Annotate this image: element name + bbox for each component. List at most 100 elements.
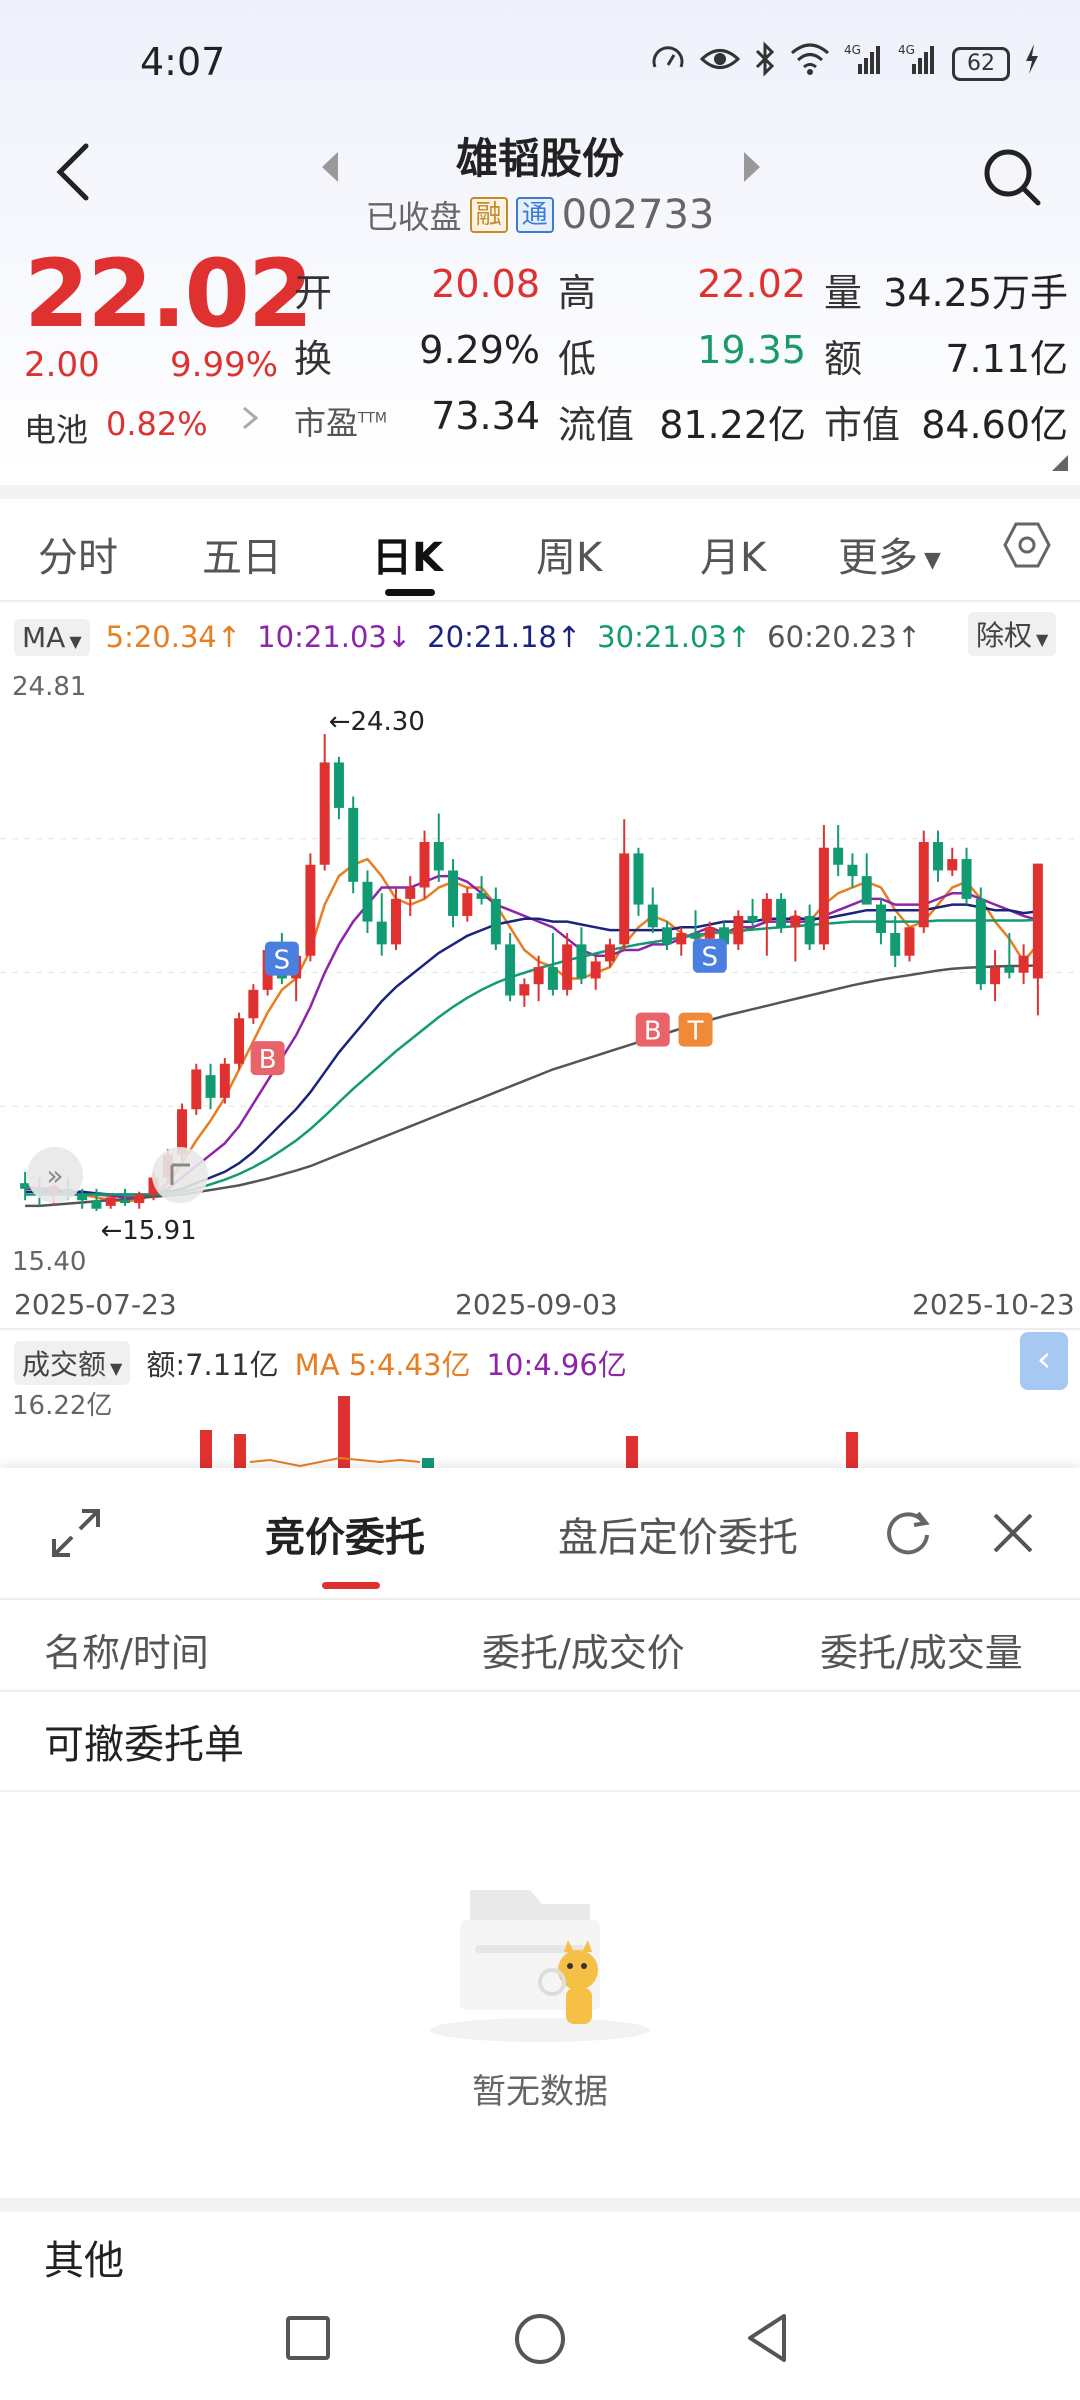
volume-bar (846, 1432, 858, 1468)
period-tabs: 分时 五日 日K 周K 月K 更多 ▼ (0, 505, 1080, 600)
candle-body (776, 898, 787, 928)
side-panel-toggle[interactable]: ‹ (1020, 1332, 1068, 1390)
candle-body (134, 1194, 145, 1204)
candle-body (376, 921, 387, 945)
quote-label-open: 开 (294, 271, 333, 315)
other-section-title: 其他 (44, 2238, 124, 2284)
candle-body (476, 893, 487, 899)
candle-body (348, 807, 359, 882)
candle-body (505, 944, 516, 996)
candle-body (818, 847, 829, 945)
quote-label-low: 低 (558, 337, 597, 381)
candle-body (904, 927, 915, 956)
x-label-end: 2025-10-23 (912, 1288, 1075, 1321)
stock-subtitle: 已收盘 融 通 002733 (0, 192, 1080, 238)
chart-expand-left-button[interactable]: » (27, 1147, 83, 1203)
price-change: 2.00 (24, 345, 100, 385)
svg-text:T: T (687, 1017, 704, 1047)
chart-settings-button[interactable] (1002, 520, 1052, 570)
active-panel-tab-indicator (322, 1582, 380, 1589)
candle-body (662, 927, 672, 945)
empty-folder-illustration (430, 1890, 650, 2042)
tab-more[interactable]: 更多 ▼ (838, 525, 941, 583)
candle-body (990, 967, 1001, 985)
chart-cursor-button[interactable] (152, 1147, 208, 1203)
battery-icon: 62 (952, 47, 1010, 81)
sector-change[interactable]: 0.82% (106, 405, 208, 443)
candle-body (576, 944, 587, 979)
trade-signal-marker[interactable]: S (264, 941, 299, 976)
quote-label-turnover: 换 (294, 337, 333, 381)
tab-monthly-k[interactable]: 月K (700, 525, 766, 583)
volume-max-label: 16.22亿 (12, 1391, 112, 1421)
chevron-right-icon[interactable] (240, 400, 260, 445)
trade-signal-marker[interactable]: B (635, 1012, 670, 1047)
speed-icon (650, 41, 686, 88)
svg-text:B: B (644, 1017, 662, 1047)
tab-daily-k[interactable]: 日K (372, 525, 443, 583)
candle-body (234, 1018, 245, 1064)
ma60-label: 60:20.23↑ (767, 620, 922, 654)
caret-down-icon: ▼ (110, 1359, 123, 1378)
tab-weekly-k[interactable]: 周K (536, 525, 602, 583)
volume-selector[interactable]: 成交额 ▼ (14, 1341, 131, 1385)
ma-selector[interactable]: MA ▼ (14, 618, 90, 656)
refresh-icon (887, 1511, 930, 1555)
quote-value-low: 19.35 (697, 328, 806, 372)
candle-body (961, 859, 972, 899)
quote-value-pe: 73.34 (431, 394, 540, 438)
tab-intraday[interactable]: 分时 (38, 525, 118, 583)
candle-body (1018, 955, 1029, 973)
divider (0, 1328, 1080, 1330)
candle-body (619, 853, 630, 945)
adjust-selector[interactable]: 除权 ▼ (968, 612, 1057, 656)
candle-body (490, 898, 501, 945)
divider (0, 600, 1080, 602)
tab-after-hours-order[interactable]: 盘后定价委托 (558, 1505, 798, 1563)
trade-signal-marker[interactable]: T (678, 1012, 713, 1047)
candle-body (333, 762, 344, 808)
column-header-price: 委托/成交价 (482, 1631, 685, 1675)
caret-down-icon: ▼ (1036, 630, 1049, 649)
low-mark-label: ←15.91 (100, 1216, 196, 1246)
ma5-label: 5:20.34↑ (105, 620, 242, 654)
quote-value-open: 20.08 (431, 262, 540, 306)
x-label-start: 2025-07-23 (14, 1288, 177, 1321)
candle-body (933, 842, 944, 871)
home-button[interactable] (515, 2314, 565, 2364)
volume-ma5-line (249, 1456, 421, 1468)
trade-signal-marker[interactable]: B (250, 1041, 285, 1076)
expand-panel-button[interactable] (48, 1505, 104, 1561)
close-panel-button[interactable] (985, 1505, 1041, 1561)
expand-quote-icon[interactable] (1052, 455, 1068, 471)
candle-body (604, 944, 615, 962)
quote-label-volume: 量 (824, 271, 863, 315)
candle-body (448, 870, 459, 916)
bluetooth-icon (754, 40, 776, 88)
column-header-quantity: 委托/成交量 (820, 1631, 1023, 1675)
next-stock-button[interactable] (740, 150, 764, 184)
search-button[interactable] (980, 145, 1044, 209)
tab-auction-order[interactable]: 竞价委托 (265, 1505, 425, 1563)
section-separator (0, 485, 1080, 499)
candlestick-chart[interactable]: 24.81 15.40 ←24.30 ←15.91 BSB TS » (0, 665, 1080, 1285)
column-header-name-time: 名称/时间 (44, 1631, 209, 1675)
candle-body (533, 967, 544, 985)
quote-label-pe: 市盈TTM (294, 404, 387, 442)
sector-label[interactable]: 电池 (24, 405, 88, 451)
status-icons: 4G 4G 62 (650, 40, 1040, 84)
recent-apps-button[interactable] (286, 2316, 330, 2360)
trade-signal-marker[interactable]: S (692, 938, 727, 973)
ma20-label: 20:21.18↑ (427, 620, 582, 654)
candle-body (590, 961, 601, 979)
svg-text:4G: 4G (898, 43, 915, 57)
volume-amount: 额:7.11亿 (146, 1348, 279, 1382)
tab-five-day[interactable]: 五日 (202, 525, 282, 583)
quote-value-high: 22.02 (697, 262, 806, 306)
volume-bar (200, 1430, 212, 1468)
system-back-button[interactable] (740, 2310, 796, 2366)
refresh-button[interactable] (880, 1505, 936, 1561)
candle-body (433, 842, 444, 871)
status-bar: 4:07 4G 4G 62 (0, 0, 1080, 130)
candle-body (861, 876, 872, 905)
